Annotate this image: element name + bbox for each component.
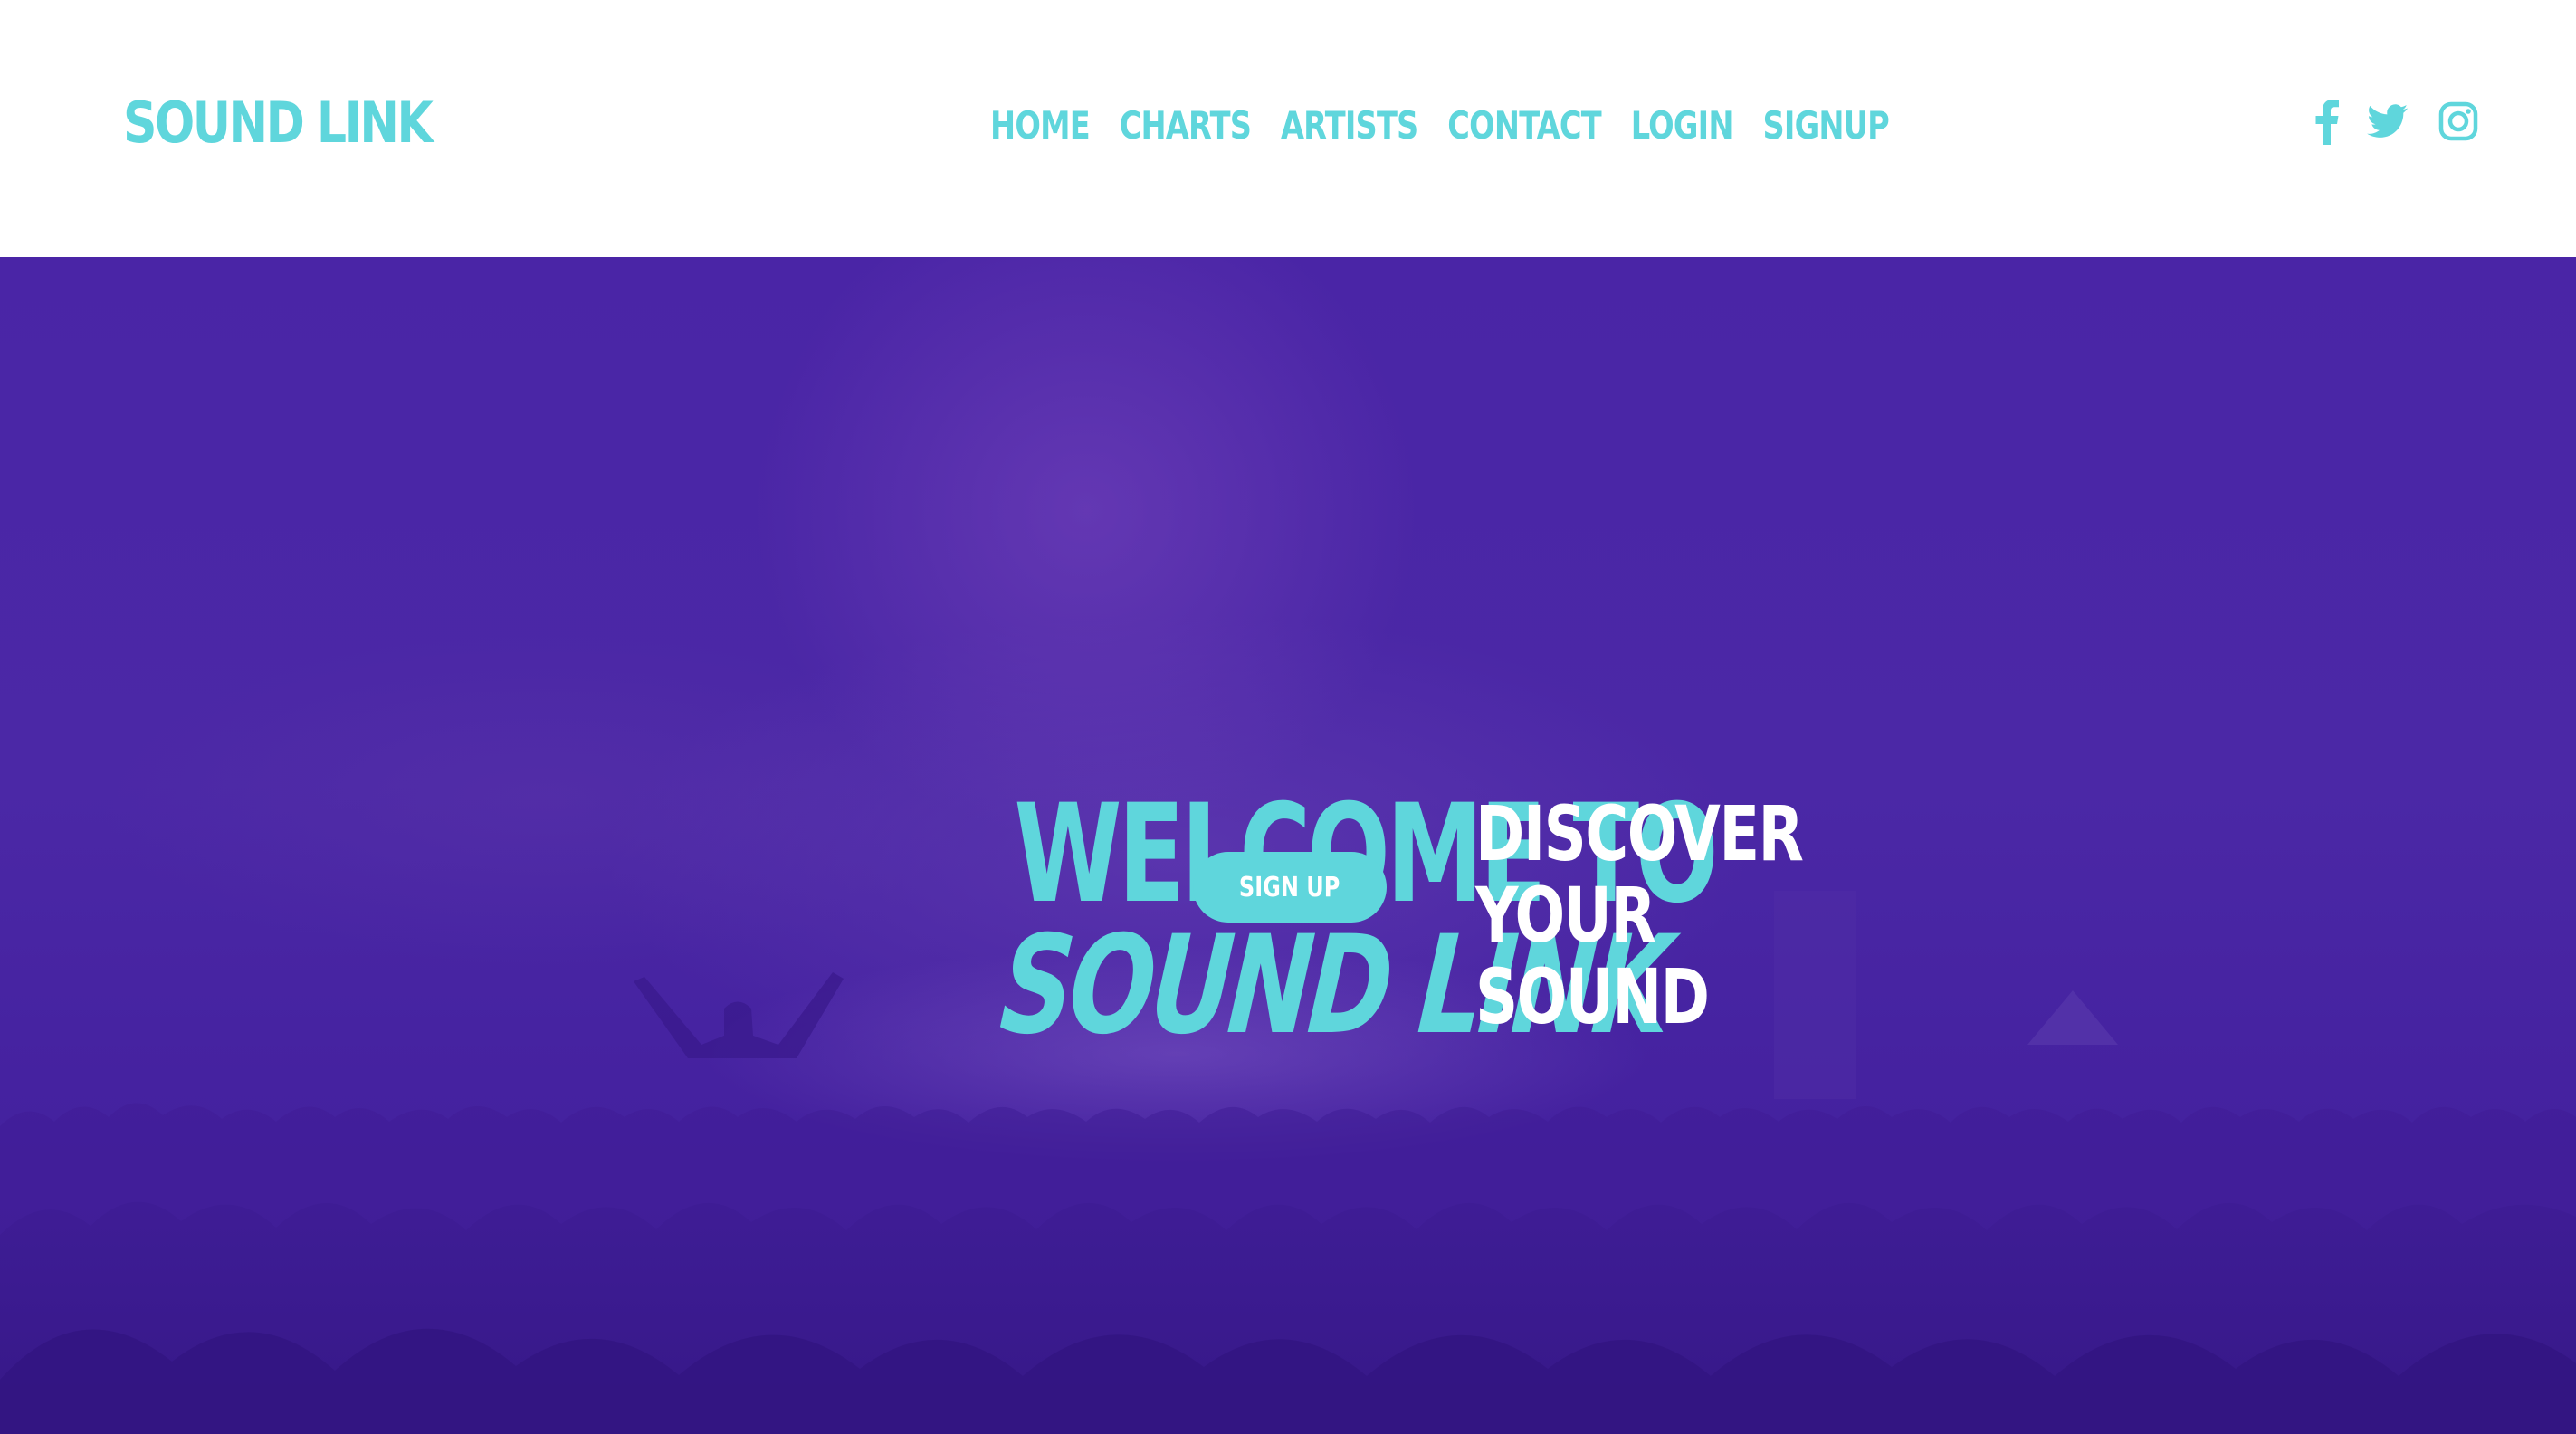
site-header: SOUND LINK HOME CHARTS ARTISTS CONTACT L… bbox=[0, 0, 2576, 257]
nav-artists[interactable]: ARTISTS bbox=[1281, 103, 1418, 148]
nav-signup[interactable]: SIGNUP bbox=[1762, 103, 1889, 148]
tagline-line: DISCOVER bbox=[1475, 789, 1804, 878]
tagline-line: YOUR bbox=[1475, 871, 1656, 960]
nav-home[interactable]: HOME bbox=[990, 103, 1091, 148]
nav-contact[interactable]: CONTACT bbox=[1447, 103, 1601, 148]
hero-headline: WELCOME TO SOUND LINK bbox=[842, 787, 1719, 1065]
signup-button-label: SIGN UP bbox=[1239, 871, 1340, 903]
twitter-icon[interactable] bbox=[2366, 94, 2409, 148]
site-logo[interactable]: SOUND LINK bbox=[123, 87, 434, 159]
facebook-icon[interactable] bbox=[2314, 94, 2341, 148]
signup-button[interactable]: SIGN UP bbox=[1193, 852, 1387, 923]
nav-login[interactable]: LOGIN bbox=[1631, 103, 1734, 148]
nav-charts[interactable]: CHARTS bbox=[1120, 103, 1252, 148]
hero-tagline: DISCOVER YOUR SOUND bbox=[1475, 793, 1894, 1037]
hero-headline-brand: SOUND LINK bbox=[996, 907, 1674, 1065]
tagline-line: SOUND bbox=[1475, 952, 1710, 1041]
main-nav: HOME CHARTS ARTISTS CONTACT LOGIN SIGNUP bbox=[990, 98, 1890, 152]
hero-section: WELCOME TO SOUND LINK DISCOVER YOUR SOUN… bbox=[0, 257, 2576, 1434]
instagram-icon[interactable] bbox=[2438, 94, 2478, 148]
